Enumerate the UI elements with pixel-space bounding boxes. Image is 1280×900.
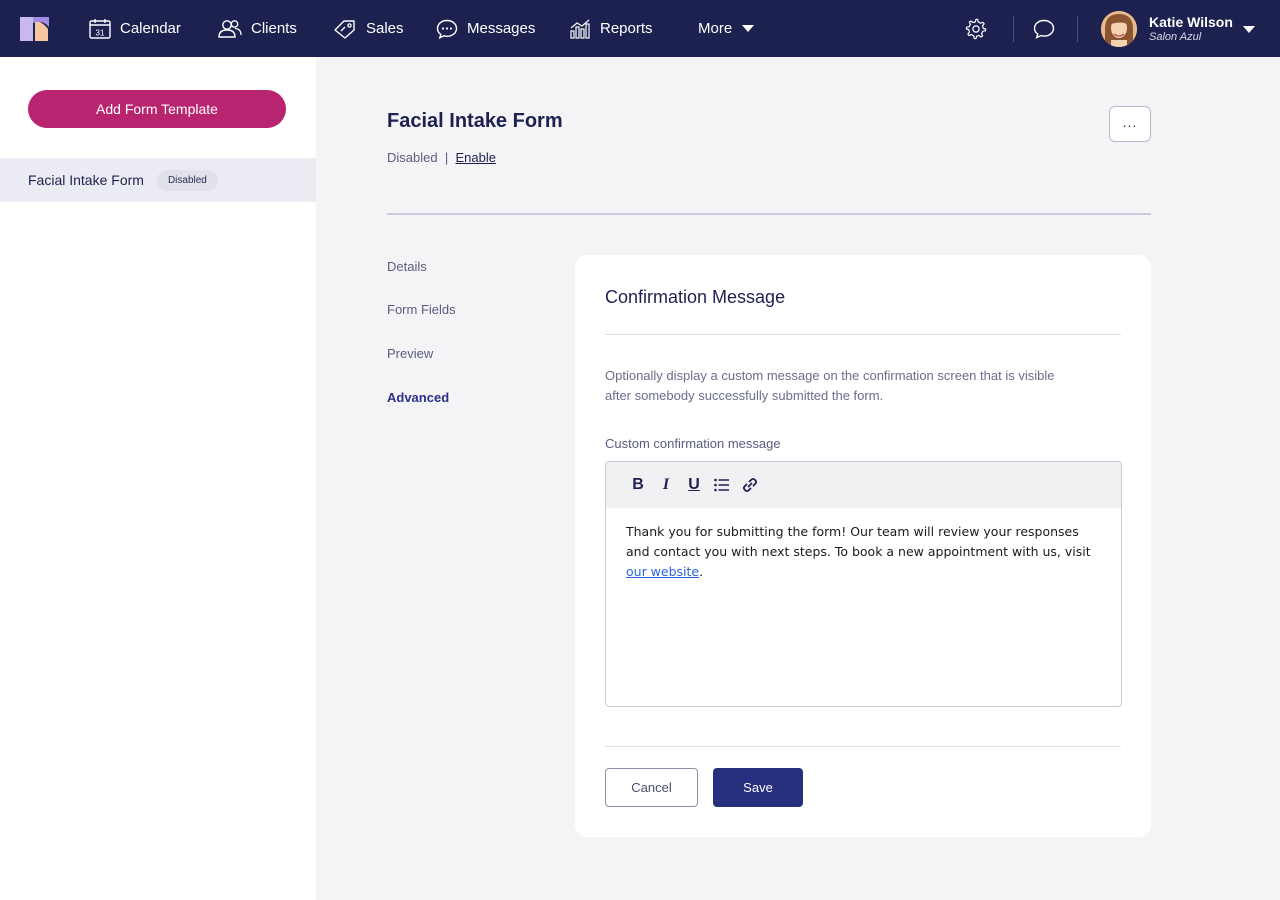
card-divider — [605, 334, 1121, 335]
chat-bubble-icon — [436, 19, 458, 39]
header-divider — [387, 213, 1151, 215]
tag-icon — [334, 19, 355, 39]
link-icon — [742, 477, 758, 493]
bullet-list-icon — [714, 478, 729, 492]
card-footer-divider — [605, 746, 1121, 747]
sidebar: Add Form Template Facial Intake Form Dis… — [0, 57, 316, 900]
app-logo-icon[interactable] — [20, 17, 50, 41]
rich-text-editor[interactable]: B I U Thank you for submitting the form!… — [605, 461, 1122, 707]
nav-reports[interactable]: Reports — [569, 0, 653, 57]
nav-calendar[interactable]: 31 Calendar — [89, 0, 181, 57]
status-badge: Disabled — [156, 169, 218, 191]
confirmation-message-card: Confirmation Message Optionally display … — [575, 255, 1151, 837]
page-title: Facial Intake Form — [387, 110, 563, 132]
nav-reports-label: Reports — [600, 20, 653, 37]
sidebar-item-facial-intake-form[interactable]: Facial Intake Form Disabled — [0, 158, 316, 202]
card-description: Optionally display a custom message on t… — [605, 368, 1055, 403]
speech-bubble-icon[interactable] — [1033, 19, 1055, 39]
nav-sales-label: Sales — [366, 20, 404, 37]
nav-clients-label: Clients — [251, 20, 297, 37]
message-end: . — [699, 564, 704, 579]
top-navigation-bar: 31 Calendar Clients Sales Messages Repor… — [0, 0, 1280, 57]
nav-messages-label: Messages — [467, 20, 536, 37]
bar-chart-icon — [570, 19, 590, 39]
italic-button[interactable]: I — [652, 471, 680, 499]
our-website-link[interactable]: our website — [626, 564, 699, 579]
more-options-button[interactable]: ... — [1109, 106, 1151, 142]
bold-button[interactable]: B — [624, 471, 652, 499]
bullet-list-button[interactable] — [708, 471, 736, 499]
sidebar-item-label: Facial Intake Form — [28, 172, 144, 188]
avatar[interactable] — [1101, 11, 1137, 47]
nav-more[interactable]: More — [698, 0, 755, 57]
gear-icon[interactable] — [965, 18, 987, 40]
subnav-form-fields[interactable]: Form Fields — [387, 302, 456, 317]
user-salon: Salon Azul — [1149, 31, 1202, 43]
save-button[interactable]: Save — [713, 768, 803, 807]
avatar-image — [1101, 11, 1137, 47]
editor-content[interactable]: Thank you for submitting the form! Our t… — [606, 508, 1121, 596]
subnav-preview[interactable]: Preview — [387, 346, 433, 361]
user-name[interactable]: Katie Wilson — [1149, 14, 1233, 30]
cancel-button[interactable]: Cancel — [605, 768, 698, 807]
nav-divider — [1013, 16, 1014, 42]
nav-divider — [1077, 16, 1078, 42]
nav-calendar-label: Calendar — [120, 20, 181, 37]
calendar-icon: 31 — [89, 18, 111, 39]
message-text: Thank you for submitting the form! Our t… — [626, 524, 1091, 559]
subnav-details[interactable]: Details — [387, 259, 427, 274]
enable-link[interactable]: Enable — [455, 150, 495, 165]
underline-button[interactable]: U — [680, 471, 708, 499]
add-form-template-button[interactable]: Add Form Template — [28, 90, 286, 128]
card-title: Confirmation Message — [605, 287, 786, 307]
nav-messages[interactable]: Messages — [436, 0, 535, 57]
nav-clients[interactable]: Clients — [218, 0, 297, 57]
nav-more-label: More — [698, 20, 733, 37]
nav-sales[interactable]: Sales — [333, 0, 404, 57]
form-status: Disabled — [387, 150, 438, 165]
subnav-advanced[interactable]: Advanced — [387, 390, 449, 405]
caret-down-icon — [742, 25, 755, 32]
form-status-row: Disabled | Enable — [387, 150, 496, 165]
status-separator: | — [444, 150, 449, 165]
user-menu-caret-icon[interactable] — [1243, 26, 1255, 33]
link-button[interactable] — [736, 471, 764, 499]
ellipsis-icon: ... — [1122, 114, 1138, 130]
calendar-day-number: 31 — [96, 28, 105, 37]
clients-icon — [218, 19, 242, 38]
editor-toolbar: B I U — [606, 462, 1121, 508]
field-label: Custom confirmation message — [605, 436, 781, 451]
